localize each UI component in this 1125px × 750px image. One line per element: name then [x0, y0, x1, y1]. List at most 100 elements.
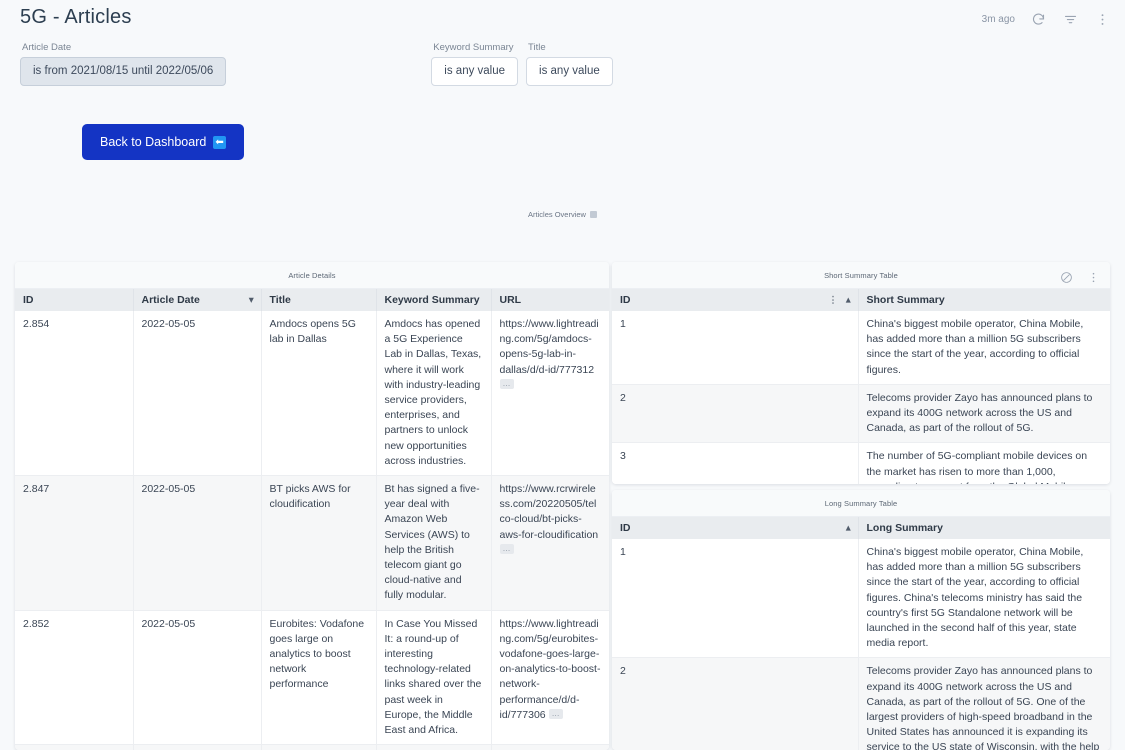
- header-toolbar: 3m ago: [982, 10, 1111, 28]
- sort-asc-icon[interactable]: ▴: [846, 523, 851, 534]
- table-row[interactable]: 2 Telecoms provider Zayo has announced p…: [612, 657, 1110, 750]
- short-summary-header-row: ID ⋮ ▴ Short Summary: [612, 289, 1110, 311]
- cell-id: 1: [612, 311, 859, 385]
- cell-url[interactable]: https://www.lightreading.com/5g/eurobite…: [491, 610, 609, 746]
- cell-id: 3: [612, 442, 859, 484]
- table-row[interactable]: 1 China's biggest mobile operator, China…: [612, 311, 1110, 385]
- cell-article-date: 2022-05-05: [133, 311, 262, 477]
- cell-url-text: https://www.lightreading.com/5g/eurobite…: [499, 617, 601, 721]
- cell-short-summary: The number of 5G-compliant mobile device…: [858, 442, 1110, 484]
- table-row[interactable]: 1 China's biggest mobile operator, China…: [612, 539, 1110, 659]
- article-details-header-row: ID Article Date ▾ Title Keyword Summary …: [15, 289, 609, 311]
- cell-keyword-summary: Bt has signed a five-year deal with Amaz…: [376, 475, 492, 611]
- table-row[interactable]: 2.842 2022-05-05 Signal repeaters can ex…: [15, 744, 609, 750]
- cell-id: 2: [612, 657, 859, 750]
- cell-article-date: 2022-05-05: [133, 610, 262, 746]
- long-summary-header-row: ID ▴ Long Summary: [612, 517, 1110, 539]
- more-vertical-icon[interactable]: [1084, 268, 1102, 286]
- column-header-id[interactable]: ID ⋮ ▴: [612, 289, 859, 311]
- dashboard-page: 5G - Articles 3m ago Article Date is fro…: [0, 0, 1125, 750]
- panel-header-article-details: Article Details: [15, 262, 609, 289]
- column-header-id-label: ID: [620, 522, 631, 534]
- back-to-dashboard-button[interactable]: Back to Dashboard ⬅: [82, 124, 244, 160]
- cell-short-summary: Telecoms provider Zayo has announced pla…: [858, 384, 1110, 444]
- table-row[interactable]: 3 The number of 5G-compliant mobile devi…: [612, 442, 1110, 484]
- table-row[interactable]: 2.854 2022-05-05 Amdocs opens 5G lab in …: [15, 311, 609, 477]
- cell-title: Amdocs opens 5G lab in Dallas: [261, 311, 377, 477]
- column-header-title[interactable]: Title: [261, 289, 377, 311]
- short-summary-table: ID ⋮ ▴ Short Summary 1 China's biggest m…: [612, 289, 1110, 484]
- filter-label-title: Title: [528, 42, 546, 53]
- cell-short-summary: China's biggest mobile operator, China M…: [858, 311, 1110, 385]
- long-summary-scroll-region[interactable]: ID ▴ Long Summary 1 China's biggest mobi…: [612, 517, 1110, 750]
- cell-title: Eurobites: Vodafone goes large on analyt…: [261, 610, 377, 746]
- articles-overview-label: Articles Overview: [528, 210, 586, 219]
- short-summary-body: 1 China's biggest mobile operator, China…: [612, 311, 1110, 484]
- no-entry-icon[interactable]: [1057, 268, 1075, 286]
- panel-title-long-summary: Long Summary Table: [824, 498, 898, 508]
- column-menu-icon[interactable]: ⋮: [829, 295, 838, 306]
- articles-overview-caption: Articles Overview: [0, 210, 1125, 219]
- column-header-id[interactable]: ID ▴: [612, 517, 859, 539]
- panel-short-summary: Short Summary Table ID ⋮ ▴ Short Summary…: [612, 262, 1110, 484]
- cell-article-date: 2022-05-05: [133, 475, 262, 611]
- column-header-short-summary[interactable]: Short Summary: [858, 289, 1110, 311]
- short-summary-scroll-region[interactable]: ID ⋮ ▴ Short Summary 1 China's biggest m…: [612, 289, 1110, 484]
- cell-id: 2: [612, 384, 859, 444]
- ellipsis-icon[interactable]: …: [548, 708, 563, 719]
- cell-long-summary: China's biggest mobile operator, China M…: [858, 539, 1110, 659]
- cell-id: 2.852: [15, 610, 134, 746]
- cell-id: 2.854: [15, 311, 134, 477]
- panel-title-article-details: Article Details: [288, 270, 336, 280]
- column-header-id-label: ID: [620, 294, 631, 306]
- article-details-scroll-region[interactable]: ID Article Date ▾ Title Keyword Summary …: [15, 289, 609, 750]
- column-header-article-date-label: Article Date: [141, 294, 200, 306]
- cell-url[interactable]: https://www.lightreading.com/5g/amdocs-o…: [491, 311, 609, 477]
- cell-id: 2.847: [15, 475, 134, 611]
- cell-long-summary: Telecoms provider Zayo has announced pla…: [858, 657, 1110, 750]
- cell-id: 1: [612, 539, 859, 659]
- table-row[interactable]: 2.852 2022-05-05 Eurobites: Vodafone goe…: [15, 610, 609, 746]
- column-header-url[interactable]: URL: [491, 289, 609, 311]
- filter-icon[interactable]: [1061, 10, 1079, 28]
- panel-header-long-summary: Long Summary Table: [612, 490, 1110, 517]
- panel-title-short-summary: Short Summary Table: [824, 270, 898, 280]
- cell-url-text: https://www.lightreading.com/5g/amdocs-o…: [499, 318, 599, 376]
- article-details-table: ID Article Date ▾ Title Keyword Summary …: [15, 289, 609, 750]
- filter-value-article-date[interactable]: is from 2021/08/15 until 2022/05/06: [20, 57, 227, 86]
- column-header-article-date[interactable]: Article Date ▾: [133, 289, 262, 311]
- article-details-body: 2.854 2022-05-05 Amdocs opens 5G lab in …: [15, 311, 609, 750]
- table-row[interactable]: 2.847 2022-05-05 BT picks AWS for cloudi…: [15, 475, 609, 611]
- filter-label-keyword-summary: Keyword Summary: [433, 42, 514, 53]
- long-summary-body: 1 China's biggest mobile operator, China…: [612, 539, 1110, 750]
- cell-keyword-summary: Amdocs has opened a 5G Experience Lab in…: [376, 311, 492, 477]
- ellipsis-icon[interactable]: …: [499, 543, 514, 554]
- cell-url[interactable]: https://www.rcrwireless.com/20220505/net…: [491, 744, 609, 750]
- more-vertical-icon[interactable]: [1093, 10, 1111, 28]
- cell-title: Signal repeaters can extend the entire 5…: [261, 744, 377, 750]
- filter-value-title[interactable]: is any value: [526, 57, 613, 86]
- grid-icon: [589, 211, 597, 218]
- ellipsis-icon[interactable]: …: [499, 378, 514, 389]
- filter-title: Title is any value: [526, 42, 613, 86]
- filter-value-keyword-summary[interactable]: is any value: [431, 57, 519, 86]
- cell-id: 2.842: [15, 744, 134, 750]
- panel-long-summary: Long Summary Table ID ▴ Long Summary 1 C…: [612, 490, 1110, 750]
- cell-title: BT picks AWS for cloudification: [261, 475, 377, 611]
- refresh-icon[interactable]: [1029, 10, 1047, 28]
- panel-tools-short-summary: [1057, 268, 1102, 286]
- last-updated-label: 3m ago: [981, 13, 1015, 25]
- back-to-dashboard-label: Back to Dashboard: [100, 135, 207, 149]
- table-row[interactable]: 2 Telecoms provider Zayo has announced p…: [612, 384, 1110, 444]
- sort-asc-icon[interactable]: ▴: [846, 295, 851, 306]
- panel-header-short-summary: Short Summary Table: [612, 262, 1110, 289]
- sort-desc-icon[interactable]: ▾: [249, 295, 254, 306]
- column-header-keyword-summary[interactable]: Keyword Summary: [376, 289, 492, 311]
- filter-article-date: Article Date is from 2021/08/15 until 20…: [20, 42, 227, 86]
- column-header-long-summary[interactable]: Long Summary: [858, 517, 1110, 539]
- column-header-id[interactable]: ID: [15, 289, 134, 311]
- cell-url-text: https://www.rcrwireless.com/20220505/tel…: [499, 483, 599, 541]
- cell-article-date: 2022-05-05: [133, 744, 262, 750]
- panel-article-details: Article Details ID Article Date ▾ Title …: [15, 262, 609, 750]
- cell-url[interactable]: https://www.rcrwireless.com/20220505/tel…: [491, 475, 609, 611]
